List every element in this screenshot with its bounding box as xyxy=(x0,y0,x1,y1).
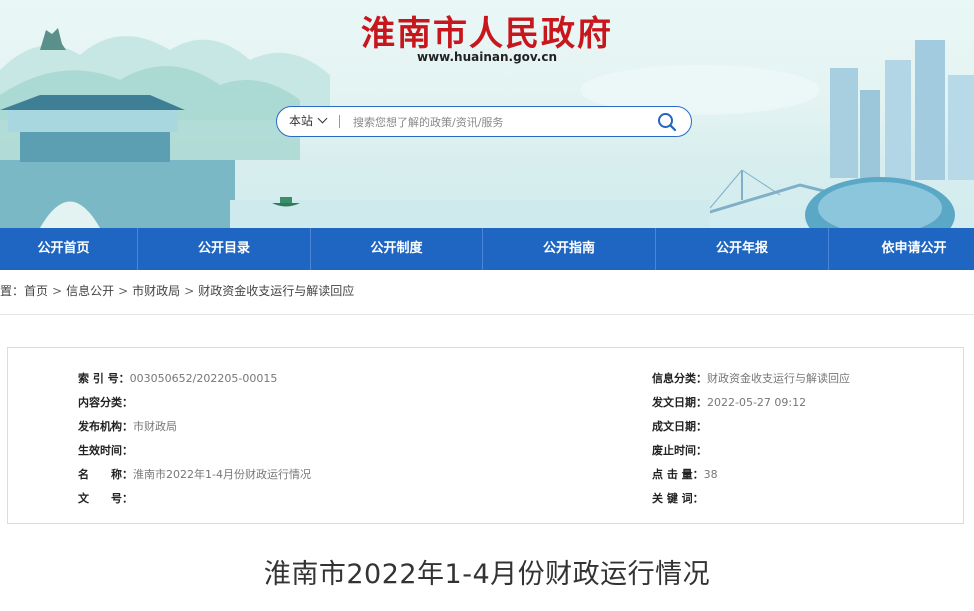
info-view-count: 点 击 量：38 xyxy=(652,468,718,481)
info-name: 名 称：淮南市2022年1-4月份财政运行情况 xyxy=(78,468,311,481)
breadcrumb-separator: > xyxy=(184,284,195,298)
info-index-number: 索 引 号：003050652/202205-00015 xyxy=(78,372,278,385)
breadcrumb-home[interactable]: 首页 xyxy=(24,284,48,298)
nav-item-annual-report[interactable]: 公开年报 xyxy=(656,228,829,270)
search-bar: 本站 xyxy=(276,106,692,137)
site-title: 淮南市人民政府 xyxy=(361,14,613,54)
search-divider xyxy=(339,115,340,128)
chevron-down-icon xyxy=(317,113,328,124)
search-input[interactable] xyxy=(351,111,645,134)
breadcrumb-separator: > xyxy=(52,284,63,298)
search-scope-label: 本站 xyxy=(289,114,314,128)
info-expiry-date: 废止时间： xyxy=(652,444,707,457)
main-nav: 公开首页 公开目录 公开制度 公开指南 公开年报 依申请公开 xyxy=(0,228,974,270)
site-url: www.huainan.gov.cn xyxy=(417,50,557,64)
info-document-number: 文 号： xyxy=(78,492,133,505)
info-keywords: 关 键 词： xyxy=(652,492,704,505)
search-icon[interactable] xyxy=(657,112,677,132)
nav-item-system[interactable]: 公开制度 xyxy=(311,228,483,270)
search-scope-select[interactable]: 本站 xyxy=(289,107,328,136)
info-classification: 信息分类：财政资金收支运行与解读回应 xyxy=(652,372,850,385)
document-info-table: 索 引 号：003050652/202205-00015 内容分类： 发布机构：… xyxy=(7,347,964,524)
breadcrumb-current[interactable]: 财政资金收支运行与解读回应 xyxy=(198,284,354,298)
info-publisher: 发布机构：市财政局 xyxy=(78,420,177,433)
breadcrumb-prefix: 位置： xyxy=(0,284,25,298)
breadcrumb-finance-bureau[interactable]: 市财政局 xyxy=(132,284,180,298)
article-title: 淮南市2022年1-4月份财政运行情况 xyxy=(263,559,711,590)
breadcrumb-info-public[interactable]: 信息公开 xyxy=(66,284,114,298)
breadcrumb: 位置：首页>信息公开>市财政局>财政资金收支运行与解读回应 xyxy=(0,282,354,299)
nav-item-apply[interactable]: 依申请公开 xyxy=(829,228,974,270)
info-content-category: 内容分类： xyxy=(78,396,133,409)
nav-item-catalog[interactable]: 公开目录 xyxy=(138,228,311,270)
info-effective-date: 生效时间： xyxy=(78,444,133,457)
breadcrumb-separator: > xyxy=(118,284,129,298)
divider xyxy=(0,314,974,315)
nav-item-guide[interactable]: 公开指南 xyxy=(483,228,656,270)
header-banner: 淮南市人民政府 www.huainan.gov.cn 本站 xyxy=(0,0,974,228)
info-issue-date: 发文日期：2022-05-27 09:12 xyxy=(652,396,807,409)
nav-item-home[interactable]: 公开首页 xyxy=(0,228,138,270)
info-written-date: 成文日期： xyxy=(652,420,707,433)
